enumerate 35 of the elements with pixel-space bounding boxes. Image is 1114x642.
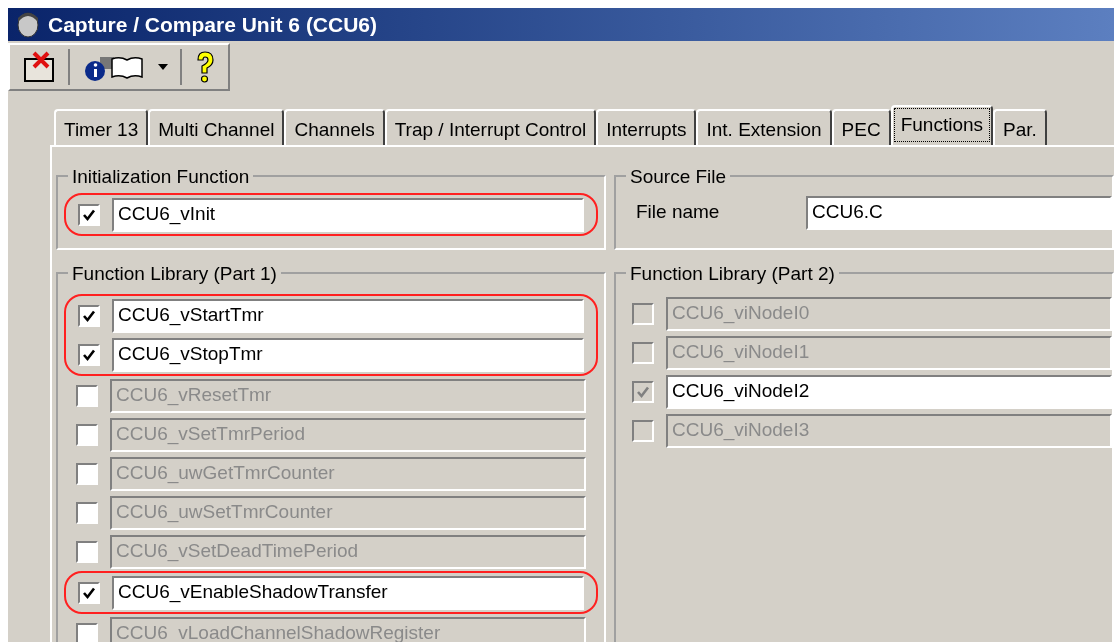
checkbox[interactable] bbox=[78, 343, 100, 366]
checkbox[interactable] bbox=[78, 581, 100, 604]
checkmark-icon bbox=[636, 384, 650, 399]
file-name-field[interactable]: CCU6.C bbox=[806, 195, 1112, 230]
function-name-field[interactable]: CCU6_vInit bbox=[112, 197, 584, 232]
checkbox[interactable] bbox=[78, 304, 100, 327]
tab[interactable]: Int. Extension bbox=[696, 109, 832, 145]
function-name-field[interactable]: CCU6_vStopTmr bbox=[112, 337, 584, 372]
tab[interactable]: Functions bbox=[890, 105, 994, 145]
checkbox[interactable] bbox=[76, 622, 98, 642]
checkbox[interactable] bbox=[76, 540, 98, 563]
checkmark-icon bbox=[82, 585, 96, 600]
checkmark-icon bbox=[82, 308, 96, 323]
close-icon[interactable] bbox=[22, 51, 56, 83]
tab[interactable]: Timer 13 bbox=[54, 109, 149, 145]
tab[interactable]: Trap / Interrupt Control bbox=[384, 109, 597, 145]
field-label: File name bbox=[636, 200, 721, 225]
help-icon[interactable] bbox=[194, 50, 216, 84]
tab[interactable]: Par. bbox=[993, 109, 1047, 145]
checkbox[interactable] bbox=[76, 423, 98, 446]
head-icon bbox=[16, 11, 40, 38]
tab[interactable]: PEC bbox=[831, 109, 891, 145]
checkbox[interactable] bbox=[78, 203, 100, 226]
function-name-field[interactable]: CCU6_vEnableShadowTransfer bbox=[112, 575, 584, 610]
tab[interactable]: Channels bbox=[284, 109, 385, 145]
caret-icon[interactable] bbox=[158, 64, 168, 70]
checkmark-icon bbox=[82, 207, 96, 222]
tab[interactable]: Multi Channel bbox=[148, 109, 285, 145]
tab[interactable]: Interrupts bbox=[596, 109, 697, 145]
window-title: Capture / Compare Unit 6 (CCU6) bbox=[48, 11, 378, 38]
function-name-field[interactable]: CCU6_vStartTmr bbox=[112, 298, 584, 333]
checkbox[interactable] bbox=[76, 501, 98, 524]
checkmark-icon bbox=[82, 347, 96, 362]
checkbox[interactable] bbox=[76, 462, 98, 485]
checkbox[interactable] bbox=[76, 384, 98, 407]
